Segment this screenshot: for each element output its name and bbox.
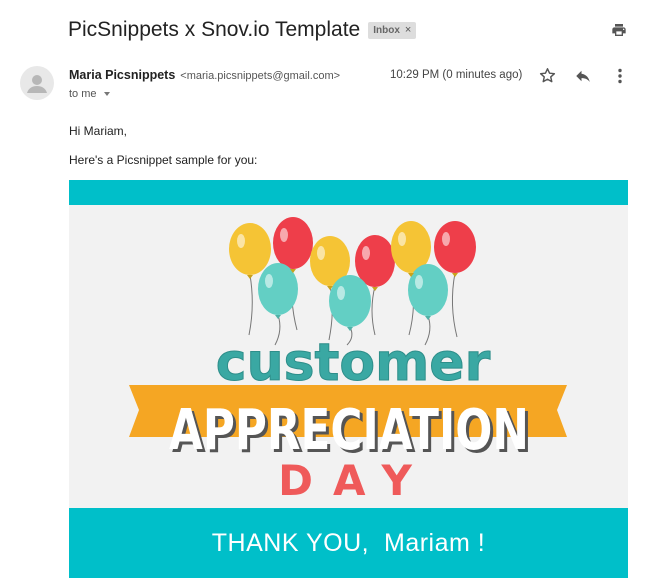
chevron-down-icon xyxy=(103,92,110,96)
customer-word: customer xyxy=(216,333,491,393)
balloon-cluster xyxy=(229,217,476,331)
email-greeting: Hi Mariam, xyxy=(69,124,128,138)
reply-icon[interactable] xyxy=(574,67,592,85)
star-outline-icon[interactable] xyxy=(538,66,557,85)
sender-line: Maria Picsnippets <maria.picsnippets@gma… xyxy=(69,68,340,82)
bottom-teal-band: THANK YOU, Mariam ! xyxy=(69,508,628,578)
inbox-label-text: Inbox xyxy=(373,24,400,36)
thank-you-text: THANK YOU, Mariam ! xyxy=(211,528,486,557)
email-subject: PicSnippets x Snov.io Template xyxy=(68,18,361,41)
sender-email: <maria.picsnippets@gmail.com> xyxy=(180,70,341,82)
subject-row: PicSnippets x Snov.io Template Inbox × xyxy=(68,14,647,46)
customer-appreciation-artwork: customer APPRECIATION APPRECIATION DAY xyxy=(129,217,567,505)
remove-label-button[interactable]: × xyxy=(405,24,411,36)
print-icon[interactable] xyxy=(611,22,627,38)
appreciation-word: APPRECIATION xyxy=(169,398,529,463)
sender-name[interactable]: Maria Picsnippets xyxy=(69,68,175,82)
top-teal-band xyxy=(69,180,628,205)
person-silhouette-icon xyxy=(27,75,47,93)
day-word: DAY xyxy=(278,456,432,505)
email-timestamp: 10:29 PM (0 minutes ago) xyxy=(390,69,523,81)
sender-avatar[interactable] xyxy=(20,66,54,100)
more-vertical-icon[interactable] xyxy=(612,67,628,85)
email-intro: Here's a Picsnippet sample for you: xyxy=(69,153,258,167)
embedded-image-card: customer APPRECIATION APPRECIATION DAY T… xyxy=(69,180,628,578)
inbox-label-chip[interactable]: Inbox × xyxy=(368,21,417,39)
recipient-details-toggle[interactable]: to me xyxy=(69,88,110,100)
recipient-text: to me xyxy=(69,88,97,100)
